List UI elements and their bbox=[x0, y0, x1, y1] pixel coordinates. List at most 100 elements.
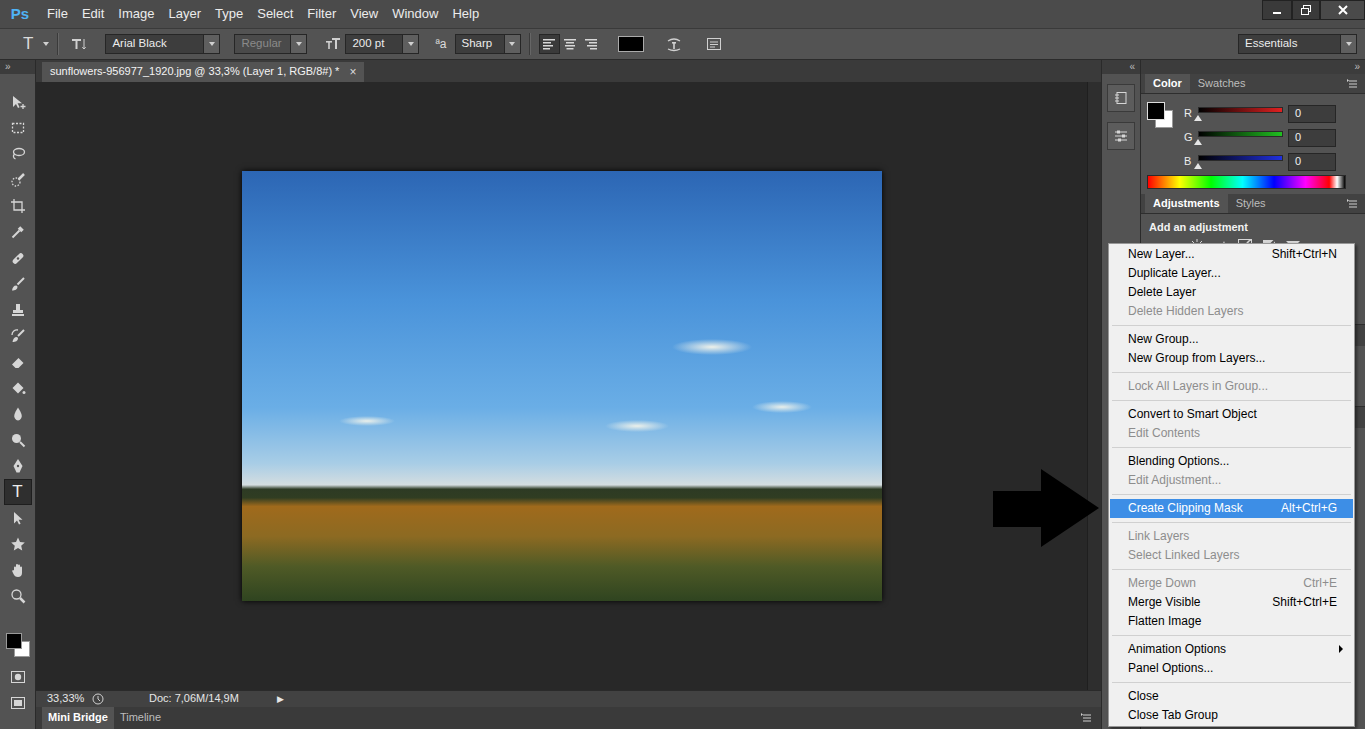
tool-button[interactable] bbox=[4, 505, 32, 531]
bottom-tab[interactable]: Mini Bridge bbox=[42, 707, 114, 729]
tool-button[interactable] bbox=[4, 531, 32, 557]
dropdown-button[interactable] bbox=[402, 35, 418, 53]
slider-thumb[interactable] bbox=[1194, 139, 1202, 145]
status-menu-button[interactable]: ▶ bbox=[277, 694, 284, 705]
tool-button[interactable] bbox=[4, 297, 32, 323]
menu-item[interactable]: Filter bbox=[300, 0, 343, 28]
context-menu-item[interactable]: Blending Options... bbox=[1110, 452, 1353, 471]
dropdown-button[interactable] bbox=[504, 35, 520, 53]
menu-item[interactable]: Layer bbox=[162, 0, 209, 28]
text-color-swatch[interactable] bbox=[618, 36, 644, 52]
menu-item[interactable]: View bbox=[343, 0, 385, 28]
document-title: sunflowers-956977_1920.jpg @ 33,3% (Laye… bbox=[50, 65, 339, 78]
panel-tab[interactable]: Styles bbox=[1228, 194, 1274, 213]
font-size-select[interactable]: 200 pt bbox=[345, 34, 419, 54]
warp-text-icon[interactable] bbox=[666, 36, 682, 52]
tool-button[interactable] bbox=[4, 557, 32, 583]
tool-button[interactable]: T bbox=[4, 479, 32, 505]
close-document-button[interactable]: × bbox=[349, 65, 356, 79]
zoom-level[interactable]: 33,33% bbox=[47, 692, 91, 705]
tools-panel: »T bbox=[0, 60, 36, 729]
restore-button[interactable] bbox=[1292, 0, 1320, 20]
close-window-button[interactable] bbox=[1320, 0, 1365, 20]
menu-item[interactable]: Window bbox=[385, 0, 445, 28]
tool-button[interactable] bbox=[4, 349, 32, 375]
tool-button[interactable] bbox=[4, 115, 32, 141]
panel-menu-icon[interactable] bbox=[1347, 78, 1359, 90]
character-panel-icon[interactable] bbox=[706, 36, 722, 52]
align-right-button[interactable] bbox=[581, 34, 602, 54]
context-menu-item[interactable]: Panel Options... bbox=[1110, 659, 1353, 678]
tool-button[interactable] bbox=[4, 167, 32, 193]
context-menu-item[interactable]: Delete Layer bbox=[1110, 283, 1353, 302]
tool-button[interactable] bbox=[4, 427, 32, 453]
tool-button[interactable] bbox=[4, 323, 32, 349]
panel-menu-icon[interactable] bbox=[1081, 712, 1093, 724]
anti-alias-select[interactable]: Sharp bbox=[455, 34, 521, 54]
tool-button[interactable] bbox=[4, 583, 32, 609]
context-menu-item[interactable]: Close bbox=[1110, 687, 1353, 706]
context-menu-item[interactable]: New Group... bbox=[1110, 330, 1353, 349]
panel-menu-icon[interactable] bbox=[1347, 198, 1359, 210]
foreground-color-swatch[interactable] bbox=[1147, 102, 1165, 120]
context-menu-item[interactable]: New Group from Layers... bbox=[1110, 349, 1353, 368]
tool-button[interactable] bbox=[4, 219, 32, 245]
context-menu-item[interactable]: Close Tab Group bbox=[1110, 706, 1353, 725]
font-family-select[interactable]: Arial Black bbox=[105, 34, 220, 54]
document-tab[interactable]: sunflowers-956977_1920.jpg @ 33,3% (Laye… bbox=[42, 62, 364, 82]
channel-value-field[interactable]: 0 bbox=[1288, 153, 1336, 171]
minimize-button[interactable] bbox=[1262, 0, 1292, 20]
align-left-button[interactable] bbox=[539, 34, 560, 54]
tool-button[interactable] bbox=[4, 89, 32, 115]
tool-button[interactable] bbox=[4, 453, 32, 479]
menu-item[interactable]: Image bbox=[111, 0, 161, 28]
tool-button[interactable] bbox=[4, 193, 32, 219]
context-menu-item[interactable]: Duplicate Layer... bbox=[1110, 264, 1353, 283]
screen-mode-icon[interactable] bbox=[10, 695, 26, 711]
tool-preset-picker[interactable]: T bbox=[8, 32, 49, 56]
menu-item[interactable]: Help bbox=[445, 0, 486, 28]
menu-item[interactable]: Edit bbox=[75, 0, 111, 28]
dropdown-button[interactable] bbox=[1340, 35, 1356, 53]
bottom-tab[interactable]: Timeline bbox=[114, 707, 167, 729]
collapse-toggle[interactable]: » bbox=[0, 60, 35, 74]
menu-item[interactable]: Type bbox=[208, 0, 250, 28]
text-orientation-icon[interactable] bbox=[71, 36, 87, 52]
foreground-color-swatch[interactable] bbox=[6, 633, 22, 649]
context-menu-item[interactable]: Create Clipping MaskAlt+Ctrl+G bbox=[1110, 499, 1353, 518]
channel-slider[interactable] bbox=[1198, 105, 1283, 123]
menu-item[interactable]: Select bbox=[250, 0, 300, 28]
channel-slider[interactable] bbox=[1198, 129, 1283, 147]
dropdown-button[interactable] bbox=[203, 35, 219, 53]
slider-thumb[interactable] bbox=[1194, 163, 1202, 169]
tool-button[interactable] bbox=[4, 271, 32, 297]
slider-thumb[interactable] bbox=[1194, 115, 1202, 121]
color-spectrum-bar[interactable] bbox=[1147, 175, 1346, 189]
properties-panel-button[interactable] bbox=[1107, 122, 1135, 150]
panel-tab[interactable]: Color bbox=[1145, 74, 1190, 93]
workspace-select[interactable]: Essentials bbox=[1238, 34, 1357, 54]
tool-button[interactable] bbox=[4, 401, 32, 427]
tool-button[interactable] bbox=[4, 375, 32, 401]
color-swatches[interactable] bbox=[1147, 102, 1184, 132]
collapse-toggle[interactable]: » bbox=[1141, 60, 1365, 74]
history-panel-button[interactable] bbox=[1107, 84, 1135, 112]
context-menu-item[interactable]: Animation Options bbox=[1110, 640, 1353, 659]
context-menu-item[interactable]: Merge VisibleShift+Ctrl+E bbox=[1110, 593, 1353, 612]
context-menu-item[interactable]: Convert to Smart Object bbox=[1110, 405, 1353, 424]
align-center-button[interactable] bbox=[560, 34, 581, 54]
tool-button[interactable] bbox=[4, 245, 32, 271]
foreground-background-colors[interactable] bbox=[4, 631, 32, 659]
context-menu-item[interactable]: Flatten Image bbox=[1110, 612, 1353, 631]
channel-value-field[interactable]: 0 bbox=[1288, 129, 1336, 147]
document-profile-icon[interactable] bbox=[91, 692, 105, 706]
channel-slider[interactable] bbox=[1198, 153, 1283, 171]
quick-mask-icon[interactable] bbox=[10, 669, 26, 685]
expand-toggle[interactable]: « bbox=[1102, 60, 1140, 74]
menu-item[interactable]: File bbox=[40, 0, 75, 28]
panel-tab[interactable]: Adjustments bbox=[1145, 194, 1228, 213]
panel-tab[interactable]: Swatches bbox=[1190, 74, 1254, 93]
context-menu-item[interactable]: New Layer...Shift+Ctrl+N bbox=[1110, 245, 1353, 264]
channel-value-field[interactable]: 0 bbox=[1288, 105, 1336, 123]
tool-button[interactable] bbox=[4, 141, 32, 167]
